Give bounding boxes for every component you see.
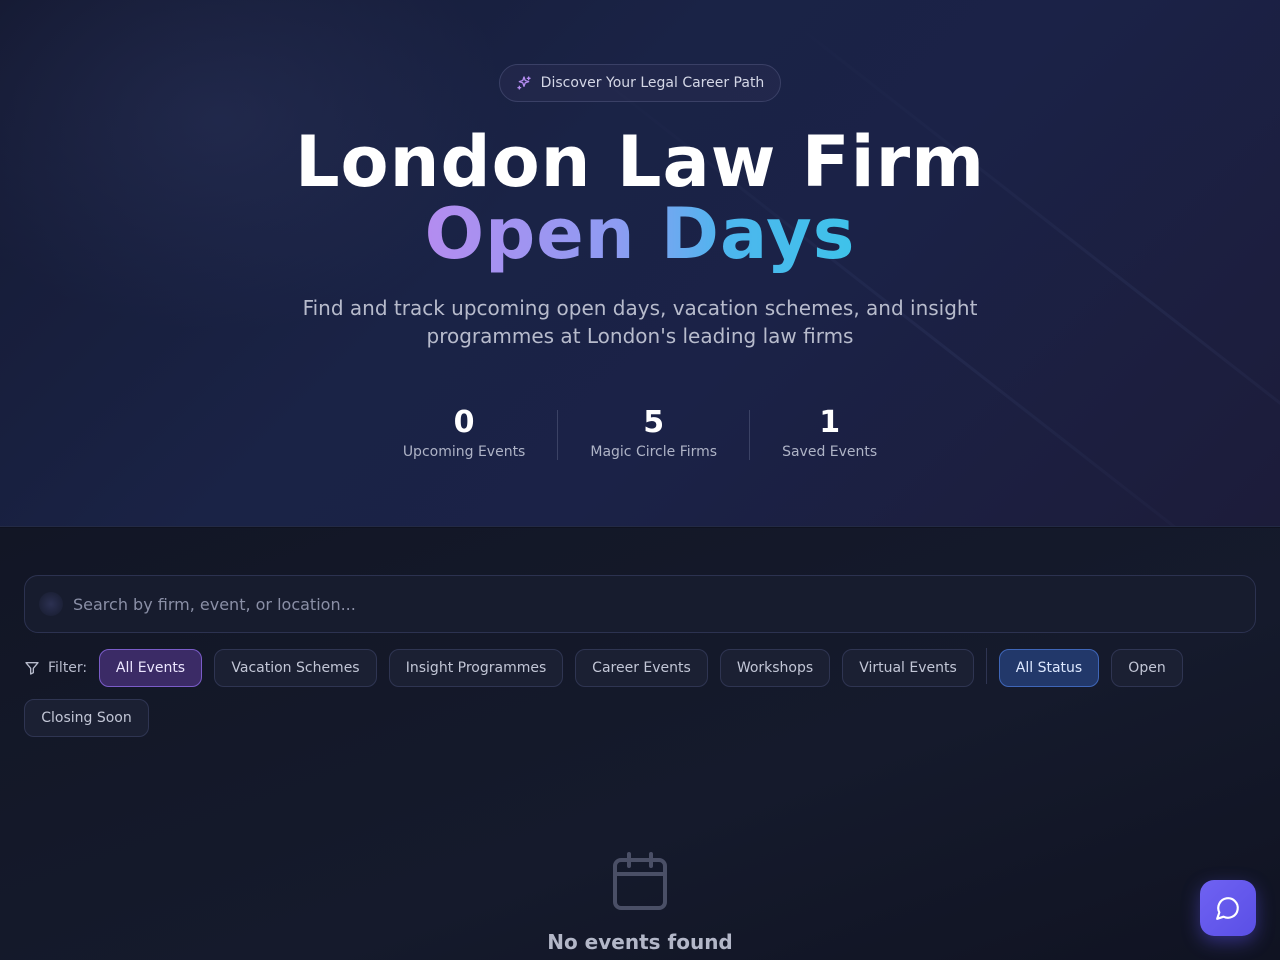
filter-label: Filter: [24, 658, 87, 678]
page-title-gradient-text: Open Days [424, 193, 856, 275]
filter-icon [25, 662, 39, 675]
stat-label: Magic Circle Firms [590, 444, 718, 460]
filter-chip-vacation-schemes[interactable]: Vacation Schemes [214, 649, 377, 687]
filter-chip-closing-soon[interactable]: Closing Soon [24, 699, 149, 737]
filter-chip-all-status[interactable]: All Status [999, 649, 1099, 687]
filter-label-text: Filter: [48, 660, 88, 676]
sparkles-icon [517, 76, 531, 90]
empty-state-title: No events found [547, 930, 733, 954]
chat-button[interactable] [1200, 880, 1256, 936]
page-title-line1: London Law Firm [294, 121, 986, 203]
stat-upcoming-events: 0 Upcoming Events [371, 404, 558, 460]
stat-value: 0 [453, 405, 475, 440]
stat-magic-circle-firms: 5 Magic Circle Firms [558, 404, 749, 460]
filter-chip-all-events[interactable]: All Events [99, 649, 202, 687]
filter-chip-insight-programmes[interactable]: Insight Programmes [389, 649, 563, 687]
stats-bar: 0 Upcoming Events 5 Magic Circle Firms 1… [0, 404, 1280, 460]
search-input[interactable] [73, 594, 1255, 614]
page-title-line2: Open Days [0, 194, 1280, 274]
stat-value: 1 [819, 405, 841, 440]
career-path-badge: Discover Your Legal Career Path [499, 64, 781, 102]
hero-section: Discover Your Legal Career Path London L… [0, 0, 1280, 527]
filter-chip-virtual-events[interactable]: Virtual Events [842, 649, 974, 687]
search-icon [39, 592, 63, 616]
events-section: Filter: All Events Vacation Schemes Insi… [0, 528, 1280, 960]
calendar-icon [613, 852, 667, 910]
stat-label: Saved Events [782, 444, 878, 460]
stat-value: 5 [643, 405, 665, 440]
filter-chip-career-events[interactable]: Career Events [575, 649, 708, 687]
badge-text: Discover Your Legal Career Path [540, 75, 765, 91]
filter-divider [986, 648, 987, 684]
hero-subtitle: Find and track upcoming open days, vacat… [302, 296, 978, 348]
stat-label: Upcoming Events [402, 444, 526, 460]
stat-saved-events: 1 Saved Events [750, 404, 909, 460]
filter-chip-workshops[interactable]: Workshops [720, 649, 830, 687]
filter-chip-open[interactable]: Open [1111, 649, 1183, 687]
chat-bubble-icon [1216, 897, 1239, 920]
search-bar [24, 575, 1256, 633]
